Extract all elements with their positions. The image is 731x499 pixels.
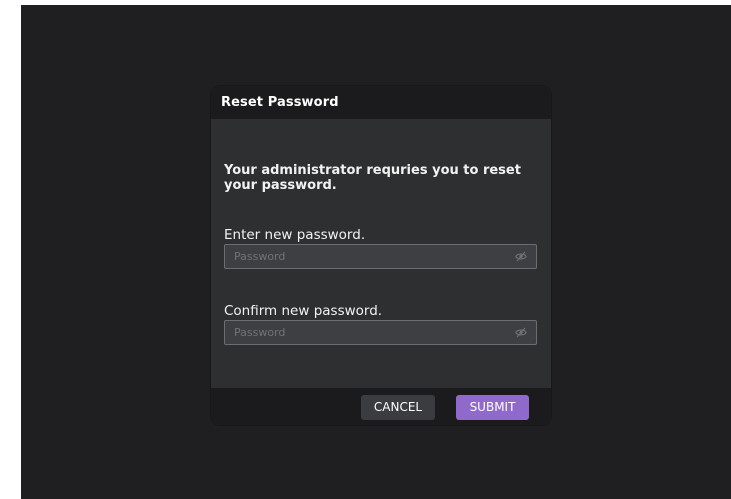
confirm-password-label: Confirm new password. <box>224 303 383 319</box>
dialog-footer: CANCEL SUBMIT <box>211 388 551 425</box>
new-password-field[interactable] <box>224 244 537 269</box>
app-background: Reset Password Your administrator requri… <box>21 5 731 499</box>
eye-slash-icon[interactable] <box>515 327 527 338</box>
new-password-input[interactable] <box>225 245 505 268</box>
reset-password-dialog: Reset Password Your administrator requri… <box>211 86 551 425</box>
cancel-button[interactable]: CANCEL <box>361 395 435 420</box>
new-password-label: Enter new password. <box>224 227 366 243</box>
reset-notice: Your administrator requries you to reset… <box>224 163 521 193</box>
confirm-password-field[interactable] <box>224 320 537 345</box>
dialog-title: Reset Password <box>211 86 551 119</box>
confirm-password-input[interactable] <box>225 321 505 344</box>
eye-slash-icon[interactable] <box>515 251 527 262</box>
submit-button[interactable]: SUBMIT <box>456 395 529 420</box>
